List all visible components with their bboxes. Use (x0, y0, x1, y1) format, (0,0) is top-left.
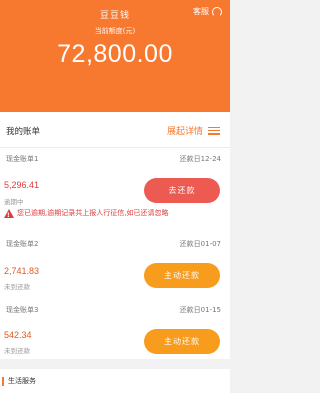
headset-icon (212, 6, 222, 17)
credit-limit-amount: 72,800.00 (57, 40, 173, 68)
repay-now-button[interactable]: 去还款 (144, 178, 220, 203)
bill-status: 未到还款 (4, 347, 30, 355)
life-services-section: 生活服务 (0, 369, 230, 393)
header-banner: 豆豆钱 客服 当前额度(元) 72,800.00 (0, 0, 230, 112)
bill-name: 现金账单3 (6, 306, 39, 314)
bill-due-date: 还款日01-07 (179, 240, 221, 248)
my-bills-title: 我的账单 (6, 127, 41, 137)
overdue-warning: 您已逾期,逾期记录共上报人行征信,如已还请忽略 (4, 208, 218, 221)
bill-name: 现金账单1 (6, 155, 39, 163)
credit-limit-label: 当前额度(元) (94, 27, 136, 35)
proactive-repay-button[interactable]: 主动还款 (144, 263, 220, 288)
bill-due-date: 还款日12-24 (179, 155, 221, 163)
bill-amount: 5,296.41 (4, 180, 40, 190)
bill-status: 逾期中 (4, 198, 24, 206)
list-icon (208, 126, 220, 135)
expand-details-button[interactable]: 展起详情 (167, 124, 220, 137)
bill-due-date: 还款日01-15 (179, 306, 221, 314)
bill-amount: 542.34 (4, 330, 32, 340)
bill-amount: 2,741.83 (4, 266, 40, 276)
expand-details-label: 展起详情 (166, 127, 203, 137)
bill-status: 未到还款 (4, 283, 30, 291)
customer-service-button[interactable]: 客服 (193, 6, 222, 17)
divider (0, 147, 230, 148)
bills-card: 我的账单 展起详情 现金账单1 还款日12-24 5,296.41 逾期中 去还… (0, 112, 230, 359)
life-services-title: 生活服务 (8, 377, 36, 385)
warning-icon (4, 209, 14, 221)
proactive-repay-button[interactable]: 主动还款 (144, 329, 220, 354)
bill-name: 现金账单2 (6, 240, 39, 248)
section-accent (2, 377, 4, 386)
overdue-warning-text: 您已逾期,逾期记录共上报人行征信,如已还请忽略 (17, 209, 169, 217)
customer-service-label: 客服 (193, 7, 209, 16)
